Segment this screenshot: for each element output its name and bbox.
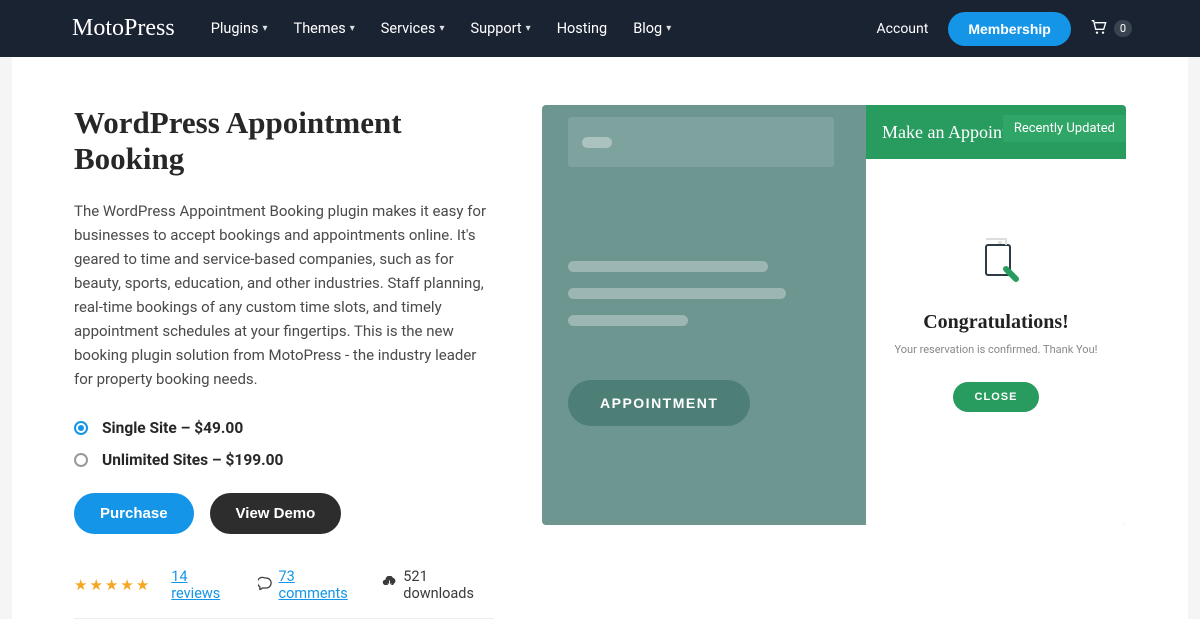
top-nav-bar: MotoPress Plugins▾ Themes▾ Services▾ Sup… — [0, 0, 1200, 57]
modal-title: Make an Appointm — [882, 122, 1021, 143]
product-description: The WordPress Appointment Booking plugin… — [74, 199, 494, 391]
license-options: Single Site – $49.00 Unlimited Sites – $… — [74, 419, 494, 469]
star-icon: ★ — [120, 576, 133, 594]
nav-themes[interactable]: Themes▾ — [294, 20, 355, 37]
star-icon: ★ — [136, 576, 149, 594]
download-icon — [382, 576, 397, 594]
right-nav: Account Membership 0 — [877, 12, 1132, 46]
confirmation-modal: Make an Appointm ✕ Congratulations! Your… — [866, 105, 1126, 525]
comment-icon — [258, 576, 273, 594]
nav-plugins[interactable]: Plugins▾ — [211, 20, 268, 37]
nav-blog[interactable]: Blog▾ — [633, 20, 671, 37]
cart-button[interactable]: 0 — [1091, 20, 1132, 38]
star-icon: ★ — [89, 576, 102, 594]
option-label: Single Site – $49.00 — [102, 419, 243, 437]
appointment-button[interactable]: APPOINTMENT — [568, 380, 750, 426]
chevron-down-icon: ▾ — [263, 23, 268, 34]
comments-link[interactable]: 73 comments — [279, 568, 361, 602]
chevron-down-icon: ▾ — [350, 23, 355, 34]
membership-button[interactable]: Membership — [948, 12, 1070, 46]
downloads-count: 521 downloads — [403, 568, 494, 602]
option-unlimited-sites[interactable]: Unlimited Sites – $199.00 — [74, 451, 494, 469]
congratulations-title: Congratulations! — [886, 311, 1106, 334]
radio-unselected-icon — [74, 453, 88, 467]
option-single-site[interactable]: Single Site – $49.00 — [74, 419, 494, 437]
recently-updated-badge: Recently Updated — [1003, 115, 1126, 142]
chevron-down-icon: ▾ — [439, 23, 444, 34]
nav-hosting[interactable]: Hosting — [557, 20, 608, 37]
preview-image: Recently Updated APPOINTMENT Make an App… — [542, 105, 1126, 525]
option-label: Unlimited Sites – $199.00 — [102, 451, 283, 469]
star-icon: ★ — [74, 576, 87, 594]
logo[interactable]: MotoPress — [72, 15, 175, 42]
nav-support[interactable]: Support▾ — [470, 20, 530, 37]
cart-count-badge: 0 — [1114, 20, 1132, 37]
view-demo-button[interactable]: View Demo — [210, 493, 342, 534]
confirmation-message: Your reservation is confirmed. Thank You… — [886, 343, 1106, 356]
main-nav: Plugins▾ Themes▾ Services▾ Support▾ Host… — [211, 20, 672, 37]
close-button[interactable]: CLOSE — [953, 382, 1040, 412]
document-check-icon — [886, 233, 1106, 293]
rating-stars: ★ ★ ★ ★ ★ — [74, 576, 149, 594]
chevron-down-icon: ▾ — [526, 23, 531, 34]
product-preview-column: Recently Updated APPOINTMENT Make an App… — [542, 105, 1126, 619]
account-link[interactable]: Account — [877, 21, 929, 37]
star-icon: ★ — [105, 576, 118, 594]
reviews-link[interactable]: 14 reviews — [171, 568, 235, 602]
product-info-column: WordPress Appointment Booking The WordPr… — [74, 105, 494, 619]
chevron-down-icon: ▾ — [666, 23, 671, 34]
purchase-button[interactable]: Purchase — [74, 493, 194, 534]
page-title: WordPress Appointment Booking — [74, 105, 494, 177]
cart-icon — [1091, 20, 1107, 38]
nav-services[interactable]: Services▾ — [381, 20, 445, 37]
preview-background-form: APPOINTMENT — [542, 105, 860, 525]
product-meta-row: ★ ★ ★ ★ ★ 14 reviews 73 comments 521 dow… — [74, 568, 494, 619]
radio-selected-icon — [74, 421, 88, 435]
